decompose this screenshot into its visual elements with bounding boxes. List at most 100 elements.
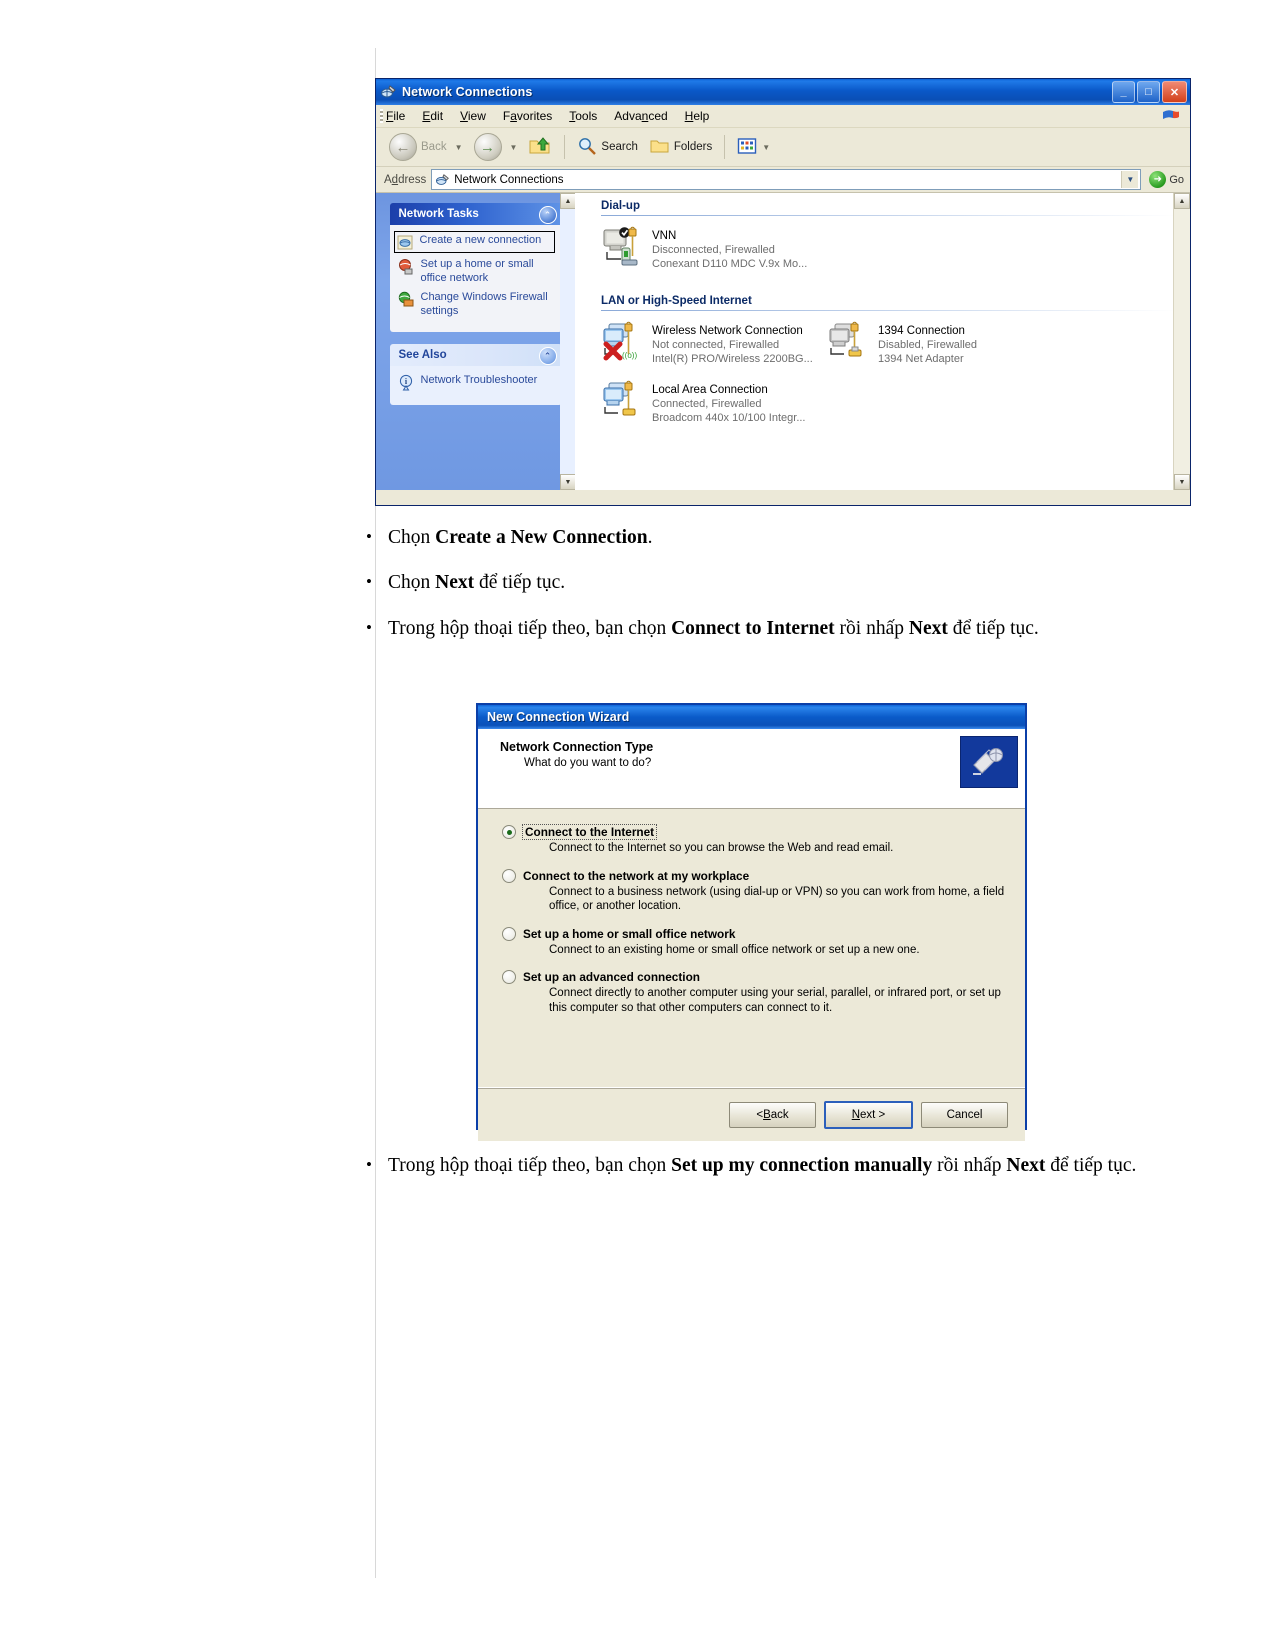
wizard-options: Connect to the Internet Connect to the I… xyxy=(478,809,1025,1087)
address-dropdown-caret-icon[interactable]: ▼ xyxy=(1121,171,1139,188)
firewall-icon xyxy=(398,291,415,308)
new-connection-icon xyxy=(397,234,414,251)
window-title: Network Connections xyxy=(402,85,533,99)
menu-favorites[interactable]: Favorites xyxy=(503,109,552,123)
connections-list: Dial-up VNN Disconnected, Firewalled Con… xyxy=(575,193,1190,490)
see-also-panel: See Also ⌃ i Network Troubleshooter xyxy=(389,344,562,405)
up-button[interactable] xyxy=(523,132,557,163)
menu-edit[interactable]: Edit xyxy=(422,109,443,123)
bullet-text: Chọn Create a New Connection. xyxy=(388,527,653,548)
connection-device: Conexant D110 MDC V.9x Mo... xyxy=(652,258,808,270)
task-pane-scrollbar[interactable]: ▲ ▼ xyxy=(560,193,576,490)
task-setup-home-network[interactable]: Set up a home or small office network xyxy=(398,257,554,285)
views-icon xyxy=(737,137,757,158)
back-arrow-icon: ← xyxy=(389,133,417,161)
search-icon xyxy=(577,136,597,159)
window-body: Network Tasks ⌃ Create a new connection … xyxy=(376,193,1190,490)
option-setup-advanced-connection[interactable]: Set up an advanced connection Connect di… xyxy=(502,970,1005,1015)
see-also-header[interactable]: See Also ⌃ xyxy=(389,344,562,366)
back-button[interactable]: < Back xyxy=(729,1101,816,1128)
option-connect-to-internet[interactable]: Connect to the Internet Connect to the I… xyxy=(502,824,1005,856)
connection-item-local-area[interactable]: Local Area Connection Connected, Firewal… xyxy=(575,380,817,425)
next-button[interactable]: Next > xyxy=(824,1100,913,1129)
task-label: Create a new connection xyxy=(419,234,542,246)
scroll-up-button[interactable]: ▲ xyxy=(1174,193,1190,209)
task-network-troubleshooter[interactable]: i Network Troubleshooter xyxy=(398,373,554,391)
chevron-up-icon[interactable]: ⌃ xyxy=(538,206,557,224)
instruction-list-top: • Chọn Create a New Connection. • Chọn N… xyxy=(366,524,1156,660)
views-dropdown-caret-icon[interactable]: ▼ xyxy=(762,143,770,152)
folders-button[interactable]: Folders xyxy=(645,134,717,161)
connection-item-1394[interactable]: 1394 Connection Disabled, Firewalled 139… xyxy=(817,321,1059,366)
views-button[interactable]: ▼ xyxy=(732,135,779,160)
list-scrollbar[interactable]: ▲ ▼ xyxy=(1173,193,1190,490)
list-item: • Trong hộp thoại tiếp theo, bạn chọn Se… xyxy=(366,1152,1156,1180)
scroll-down-button[interactable]: ▼ xyxy=(1174,474,1190,490)
bullet-text: Trong hộp thoại tiếp theo, bạn chọn Set … xyxy=(388,1155,1137,1176)
option-label: Connect to the network at my workplace xyxy=(523,868,750,883)
home-network-icon xyxy=(398,258,415,275)
menu-tools[interactable]: Tools xyxy=(569,109,597,123)
search-label: Search xyxy=(601,141,638,153)
option-row[interactable]: Set up an advanced connection xyxy=(502,970,1005,984)
address-value: Network Connections xyxy=(454,173,564,186)
forward-dropdown-caret-icon[interactable]: ▼ xyxy=(510,143,518,152)
menu-help[interactable]: Help xyxy=(685,109,710,123)
close-button[interactable]: ✕ xyxy=(1162,81,1187,103)
cancel-button[interactable]: Cancel xyxy=(921,1101,1008,1128)
toolbar-separator-2 xyxy=(724,135,726,159)
radio-connect-to-internet[interactable] xyxy=(502,825,516,839)
task-change-firewall-settings[interactable]: Change Windows Firewall settings xyxy=(398,290,554,318)
option-label: Connect to the Internet xyxy=(521,824,658,840)
connection-name: VNN xyxy=(652,230,677,242)
forward-button[interactable]: → xyxy=(469,131,507,163)
connection-status: Not connected, Firewalled xyxy=(652,339,780,351)
task-label: Change Windows Firewall settings xyxy=(420,291,548,317)
menu-advanced[interactable]: Advanced xyxy=(614,109,667,123)
minimize-button[interactable]: _ xyxy=(1112,81,1135,103)
menu-view[interactable]: View xyxy=(460,109,486,123)
connection-text: 1394 Connection Disabled, Firewalled 139… xyxy=(878,321,977,366)
connection-name: Wireless Network Connection xyxy=(652,325,803,337)
task-create-new-connection[interactable]: Create a new connection xyxy=(393,231,555,253)
radio-setup-home-network[interactable] xyxy=(502,926,516,941)
search-button[interactable]: Search xyxy=(572,134,642,161)
menu-grip[interactable] xyxy=(380,109,383,123)
chevron-up-icon[interactable]: ⌃ xyxy=(538,347,557,365)
network-tasks-header[interactable]: Network Tasks ⌃ xyxy=(389,203,562,225)
address-input[interactable]: Network Connections ▼ xyxy=(431,169,1142,190)
wizard-subheading: What do you want to do? xyxy=(524,757,652,769)
network-tasks-panel: Network Tasks ⌃ Create a new connection … xyxy=(389,203,562,332)
network-globe-small-icon xyxy=(436,173,450,187)
go-label: Go xyxy=(1169,173,1184,186)
radio-connect-to-workplace[interactable] xyxy=(502,868,516,883)
option-row[interactable]: Connect to the network at my workplace xyxy=(502,868,1005,883)
back-button[interactable]: ← Back xyxy=(384,131,452,163)
connection-item-wireless[interactable]: ((o)) Wireless Network Connection Not co… xyxy=(575,321,817,366)
connection-item-vnn[interactable]: VNN Disconnected, Firewalled Conexant D1… xyxy=(575,226,817,271)
option-label: Set up an advanced connection xyxy=(523,970,700,984)
option-row[interactable]: Set up a home or small office network xyxy=(502,926,1005,941)
go-button[interactable]: ➜ Go xyxy=(1143,171,1190,188)
list-item: • Trong hộp thoại tiếp theo, bạn chọn Co… xyxy=(366,615,1156,643)
scroll-up-button[interactable]: ▲ xyxy=(560,193,576,209)
scroll-down-button[interactable]: ▼ xyxy=(560,474,576,490)
maximize-button[interactable]: □ xyxy=(1137,81,1160,103)
network-wizard-icon xyxy=(960,736,1018,788)
group-header-lan: LAN or High-Speed Internet xyxy=(601,295,752,307)
menu-file[interactable]: File xyxy=(386,109,405,123)
option-connect-to-workplace[interactable]: Connect to the network at my workplace C… xyxy=(502,868,1005,914)
connection-row: Local Area Connection Connected, Firewal… xyxy=(575,380,1190,425)
back-dropdown-caret-icon[interactable]: ▼ xyxy=(455,143,463,152)
option-setup-home-network[interactable]: Set up a home or small office network Co… xyxy=(502,926,1005,958)
connection-status: Connected, Firewalled xyxy=(652,398,762,410)
connection-device: 1394 Net Adapter xyxy=(878,353,964,365)
radio-setup-advanced-connection[interactable] xyxy=(502,970,516,984)
lan-connection-icon xyxy=(601,380,645,422)
info-icon: i xyxy=(398,374,415,391)
network-tasks-title: Network Tasks xyxy=(398,208,479,220)
wizard-title: New Connection Wizard xyxy=(487,710,630,724)
address-label: Address xyxy=(384,173,427,186)
option-row[interactable]: Connect to the Internet xyxy=(502,824,1005,840)
back-label: Back xyxy=(421,141,447,153)
